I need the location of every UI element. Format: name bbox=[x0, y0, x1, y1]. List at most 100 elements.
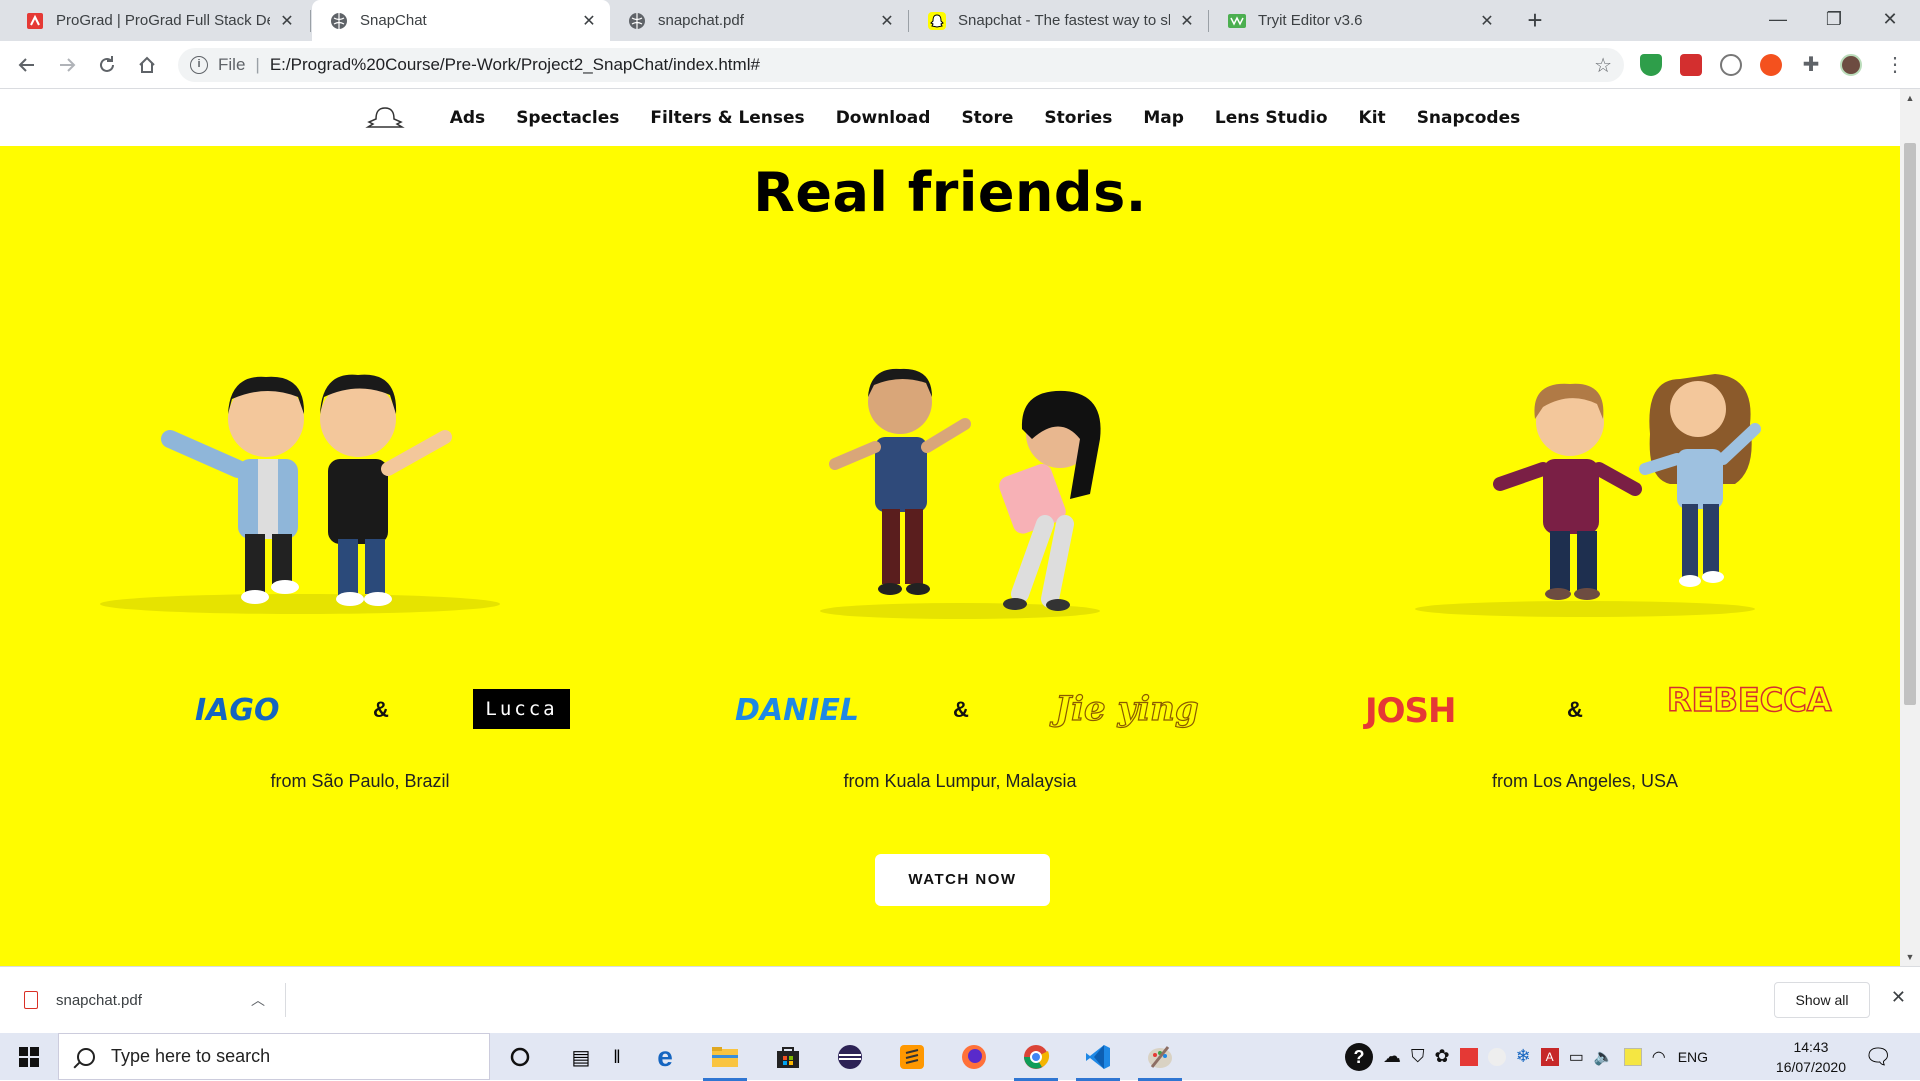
scroll-down-arrow-icon[interactable]: ▼ bbox=[1904, 952, 1916, 962]
cloud-icon[interactable]: ☁ bbox=[1383, 1046, 1401, 1067]
puzzle-icon[interactable]: ✚ bbox=[1800, 54, 1822, 76]
orange-extension-icon[interactable] bbox=[1760, 54, 1782, 76]
task-view-icon[interactable]: ▤ bbox=[565, 1041, 597, 1073]
friend-origin: from São Paulo, Brazil bbox=[270, 771, 450, 791]
bookmark-star-icon[interactable]: ☆ bbox=[1594, 53, 1612, 78]
friend-name: DANIEL bbox=[735, 693, 859, 728]
firefox-icon[interactable] bbox=[958, 1041, 990, 1073]
nav-link-kit[interactable]: Kit bbox=[1359, 108, 1386, 128]
wifi-icon[interactable]: ◠ bbox=[1652, 1047, 1666, 1067]
back-button[interactable] bbox=[13, 51, 41, 79]
restore-button[interactable]: ❐ bbox=[1806, 0, 1862, 41]
bitmoji-illustration-josh-rebecca bbox=[1415, 374, 1761, 617]
vscode-icon[interactable] bbox=[1076, 1041, 1120, 1081]
clock-date: 16/07/2020 bbox=[1775, 1059, 1846, 1075]
bitmoji-illustration-daniel-jieying bbox=[820, 368, 1101, 619]
nav-link-download[interactable]: Download bbox=[836, 108, 931, 128]
url-text[interactable]: E:/Prograd%20Course/Pre-Work/Project2_Sn… bbox=[270, 55, 760, 75]
friend-name: IAGO bbox=[195, 693, 280, 728]
close-icon[interactable]: ✕ bbox=[580, 11, 598, 31]
notification-center-icon[interactable]: 🗨 bbox=[1862, 1041, 1894, 1073]
download-item[interactable]: snapchat.pdf ︿ bbox=[24, 983, 286, 1017]
snapchat-ghost-icon bbox=[928, 11, 946, 30]
taskbar-search[interactable]: Type here to search bbox=[58, 1033, 490, 1080]
close-icon[interactable]: ✕ bbox=[1478, 11, 1496, 31]
search-icon bbox=[77, 1047, 95, 1066]
watch-now-button[interactable]: WATCH NOW bbox=[875, 854, 1050, 906]
shield-extension-icon[interactable] bbox=[1640, 54, 1662, 76]
snapchat-ghost-logo[interactable] bbox=[364, 105, 406, 131]
sublime-text-icon[interactable] bbox=[896, 1041, 928, 1073]
shield-icon[interactable]: ⛉ bbox=[1411, 1046, 1425, 1067]
friend-name: Jie ying bbox=[1054, 688, 1199, 729]
cortana-icon[interactable] bbox=[504, 1041, 536, 1073]
new-tab-button[interactable]: + bbox=[1520, 6, 1550, 36]
sticky-notes-icon[interactable] bbox=[1623, 1047, 1642, 1066]
minimize-button[interactable]: — bbox=[1750, 0, 1806, 41]
home-button[interactable] bbox=[133, 51, 161, 79]
chrome-icon[interactable] bbox=[1014, 1041, 1058, 1081]
nav-link-map[interactable]: Map bbox=[1143, 108, 1184, 128]
chevron-up-icon[interactable]: ︿ bbox=[251, 990, 265, 1010]
friend-origin: from Los Angeles, USA bbox=[1491, 771, 1679, 791]
battery-icon[interactable]: ▭ bbox=[1569, 1047, 1584, 1067]
edge-icon[interactable]: e bbox=[649, 1041, 681, 1073]
snowflake-icon[interactable]: ❄ bbox=[1516, 1046, 1531, 1067]
volume-icon[interactable]: 🔈 bbox=[1594, 1047, 1614, 1067]
anydesk-icon[interactable] bbox=[1459, 1047, 1478, 1066]
nav-link-stories[interactable]: Stories bbox=[1044, 108, 1112, 128]
close-icon[interactable]: ✕ bbox=[1178, 11, 1196, 31]
bitmoji-illustration-iago-lucca bbox=[100, 374, 500, 614]
close-icon[interactable]: ✕ bbox=[1891, 987, 1906, 1008]
eclipse-icon[interactable] bbox=[834, 1041, 866, 1073]
show-all-button[interactable]: Show all bbox=[1774, 982, 1870, 1018]
code-extension-icon[interactable] bbox=[1720, 54, 1742, 76]
friend-group-daniel-jieying: DANIEL & Jie ying from Kuala Lumpur, Mal… bbox=[660, 319, 1260, 819]
app-tray-icon[interactable] bbox=[1487, 1047, 1506, 1066]
page-scrollbar[interactable]: ▲ ▼ bbox=[1900, 89, 1920, 966]
taskbar-clock[interactable]: 14:43 16/07/2020 bbox=[1776, 1037, 1846, 1077]
video-extension-icon[interactable] bbox=[1680, 54, 1702, 76]
nav-link-lens-studio[interactable]: Lens Studio bbox=[1215, 108, 1328, 128]
ampersand: & bbox=[373, 697, 389, 722]
profile-avatar[interactable] bbox=[1840, 54, 1862, 76]
tab-snapchat-local[interactable]: SnapChat ✕ bbox=[312, 0, 610, 41]
close-icon[interactable]: ✕ bbox=[878, 11, 896, 31]
close-icon[interactable]: ✕ bbox=[278, 11, 296, 31]
taskbar-divider: ‖ bbox=[613, 1046, 621, 1067]
names-row: DANIEL & Jie ying bbox=[660, 681, 1260, 741]
nav-link-ads[interactable]: Ads bbox=[450, 108, 485, 128]
nav-link-store[interactable]: Store bbox=[961, 108, 1013, 128]
page-viewport: Ads Spectacles Filters & Lenses Download… bbox=[0, 89, 1920, 966]
info-icon[interactable]: i bbox=[190, 56, 208, 74]
forward-button[interactable] bbox=[53, 51, 81, 79]
start-button[interactable] bbox=[0, 1033, 58, 1080]
nav-link-filters-lenses[interactable]: Filters & Lenses bbox=[650, 108, 804, 128]
language-indicator[interactable]: ENG bbox=[1678, 1049, 1708, 1065]
tab-snapchat-official[interactable]: Snapchat - The fastest way to sha ✕ bbox=[910, 0, 1208, 41]
help-icon[interactable]: ? bbox=[1345, 1042, 1373, 1071]
tab-tryit-editor[interactable]: Tryit Editor v3.6 ✕ bbox=[1210, 0, 1508, 41]
tab-title: SnapChat bbox=[360, 12, 427, 29]
address-bar[interactable]: i File | E:/Prograd%20Course/Pre-Work/Pr… bbox=[178, 48, 1624, 82]
tab-prograd[interactable]: ProGrad | ProGrad Full Stack Dev ✕ bbox=[8, 0, 308, 41]
file-explorer-icon[interactable] bbox=[703, 1041, 747, 1081]
reload-button[interactable] bbox=[93, 51, 121, 79]
store-icon[interactable] bbox=[772, 1041, 804, 1073]
network-share-icon[interactable]: ✿ bbox=[1435, 1046, 1450, 1067]
tab-snapchat-pdf[interactable]: snapchat.pdf ✕ bbox=[610, 0, 908, 41]
more-menu-icon[interactable]: ⋮ bbox=[1884, 54, 1906, 76]
pdf-file-icon bbox=[24, 991, 38, 1009]
friend-name: Lucca bbox=[473, 689, 570, 729]
tab-divider bbox=[310, 10, 311, 32]
scrollbar-thumb[interactable] bbox=[1904, 143, 1916, 705]
scroll-up-arrow-icon[interactable]: ▲ bbox=[1904, 93, 1916, 103]
windows-logo-icon bbox=[19, 1046, 39, 1067]
nav-link-snapcodes[interactable]: Snapcodes bbox=[1417, 108, 1521, 128]
paint-icon[interactable] bbox=[1138, 1041, 1182, 1081]
nav-link-spectacles[interactable]: Spectacles bbox=[516, 108, 619, 128]
close-window-button[interactable]: ✕ bbox=[1862, 0, 1918, 41]
site-nav: Ads Spectacles Filters & Lenses Download… bbox=[0, 89, 1900, 146]
acrobat-icon[interactable]: A bbox=[1540, 1047, 1559, 1066]
tab-title: Tryit Editor v3.6 bbox=[1258, 12, 1363, 29]
